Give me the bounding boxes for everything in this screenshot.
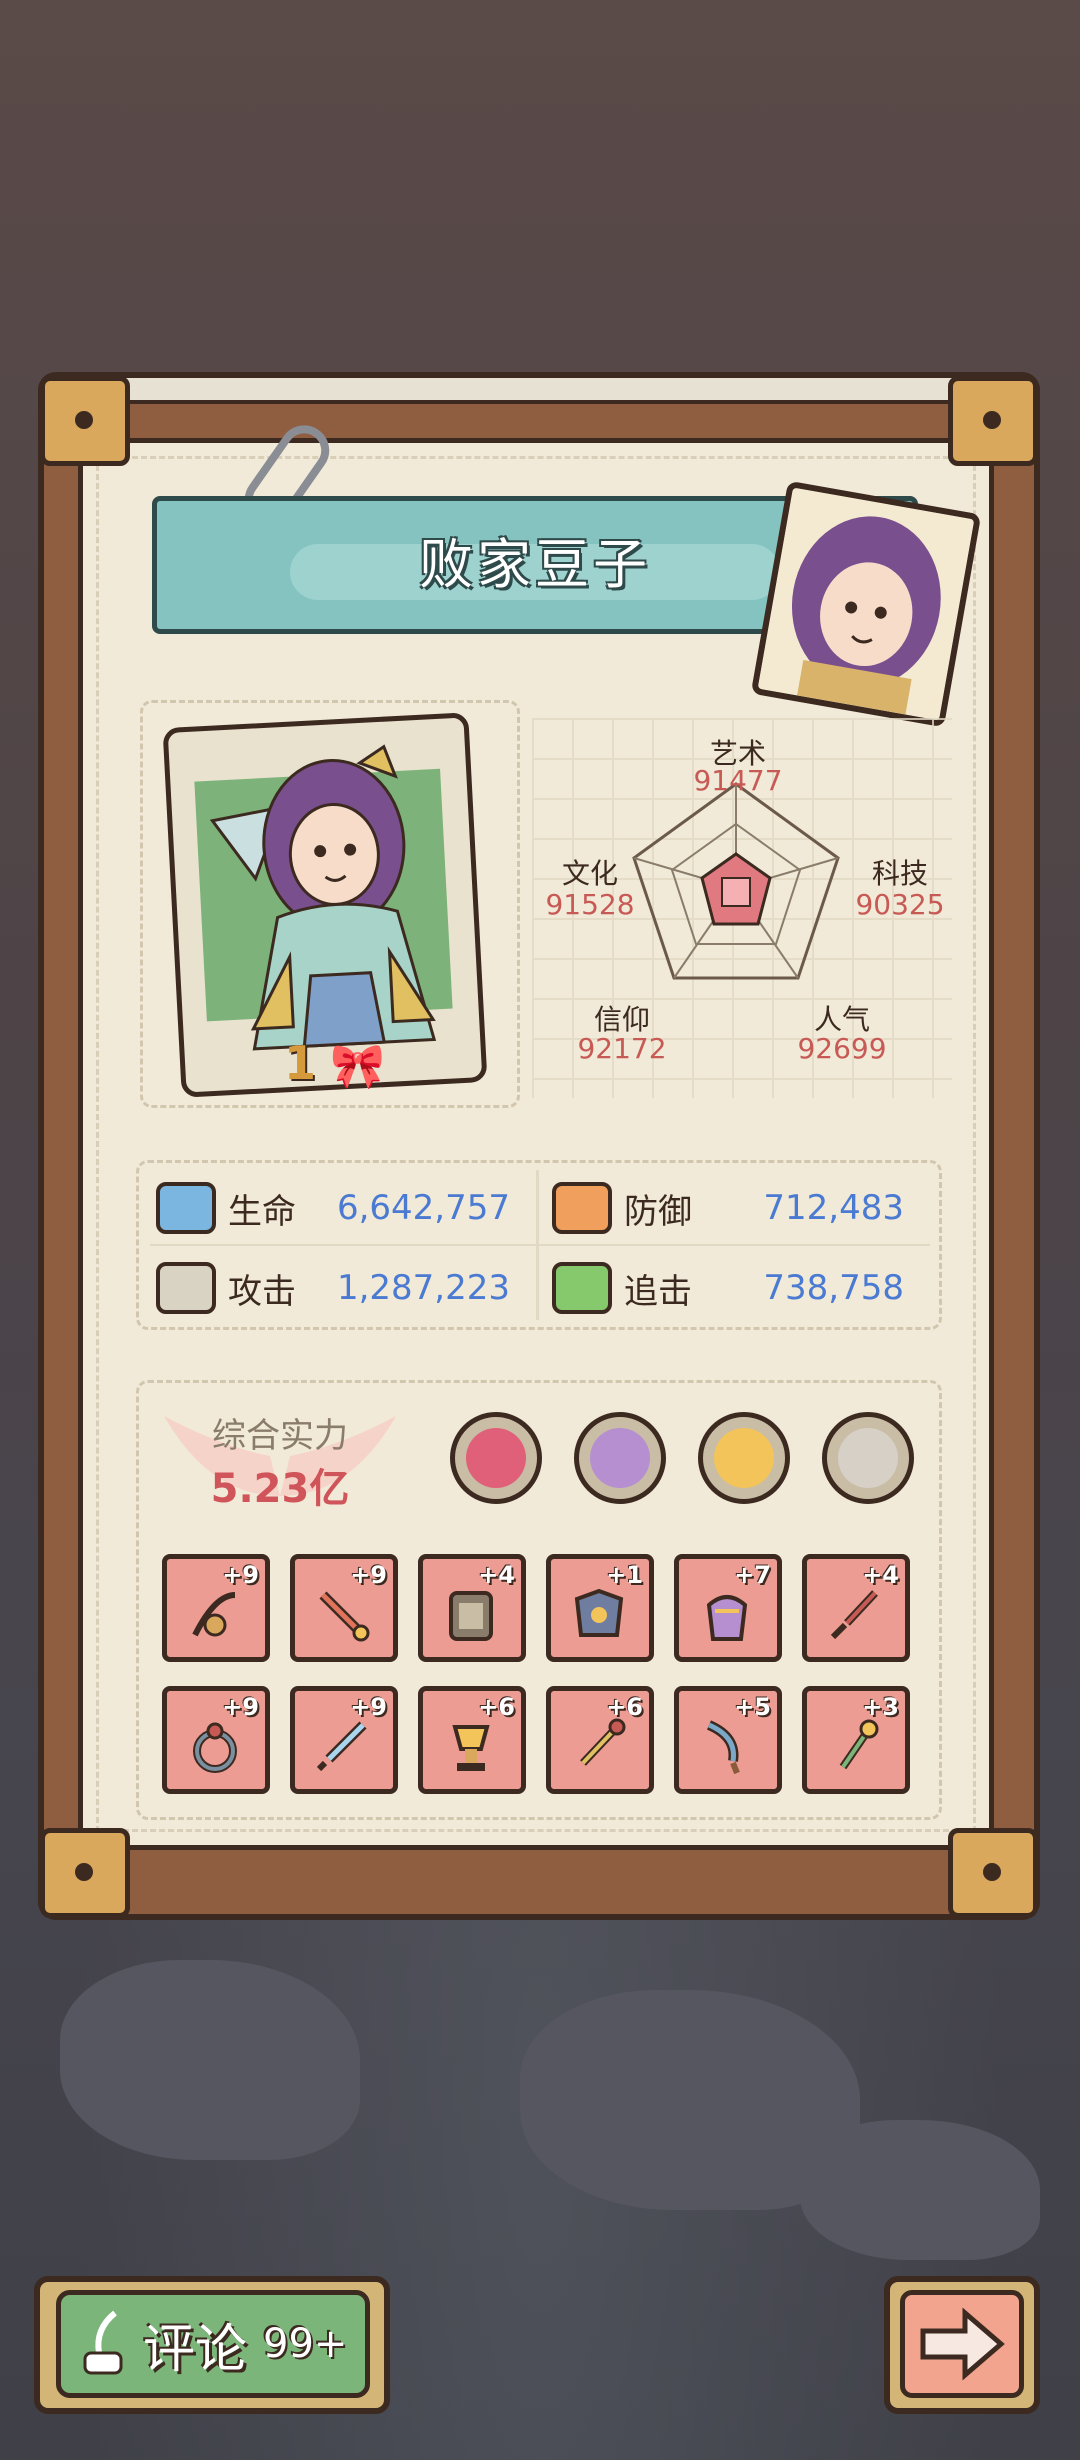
pursuit-icon: [552, 1262, 612, 1314]
equipment-slot[interactable]: +9: [290, 1554, 398, 1662]
equipment-bonus: +4: [862, 1561, 899, 1589]
equipment-slot[interactable]: +5: [674, 1686, 782, 1794]
avatar[interactable]: [750, 480, 982, 728]
stat-value-faith: 92172: [577, 1032, 667, 1065]
ribbon-icon: 🎀: [330, 1041, 385, 1092]
arrow-right-icon: [920, 2307, 1005, 2381]
equipment-bonus: +7: [734, 1561, 771, 1589]
attack-icon: [156, 1262, 216, 1314]
equipment-bonus: +6: [478, 1693, 515, 1721]
corner-bracket: [40, 376, 130, 466]
equipment-bonus: +9: [222, 1561, 259, 1589]
comment-button-face[interactable]: 评论 99+: [56, 2290, 370, 2398]
knife-icon: [706, 1720, 740, 1775]
attribute-value-attack: 1,287,223: [336, 1268, 510, 1308]
equipment-bonus: +4: [478, 1561, 515, 1589]
dagger-icon: [830, 1590, 878, 1640]
equipment-bonus: +9: [222, 1693, 259, 1721]
stat-value-popularity: 92699: [797, 1032, 887, 1065]
ring-icon: [193, 1722, 237, 1773]
equipment-bonus: +1: [606, 1561, 643, 1589]
next-button-face[interactable]: [900, 2290, 1024, 2398]
book-icon: [449, 1591, 493, 1641]
equipment-slot[interactable]: +9: [290, 1686, 398, 1794]
board-top-rail: [44, 378, 1034, 404]
avatar-portrait-icon: [757, 487, 975, 721]
equipment-bonus: +5: [734, 1693, 771, 1721]
stamp-badge[interactable]: [574, 1412, 666, 1504]
attribute-label: 追击: [624, 1271, 692, 1312]
stat-label-culture: 文化: [561, 857, 618, 890]
corner-bracket: [948, 376, 1038, 466]
tiger-mask-badge[interactable]: [822, 1412, 914, 1504]
attribute-label: 防御: [624, 1191, 692, 1232]
stat-value-art: 91477: [693, 764, 783, 797]
sword-icon: [319, 1591, 370, 1642]
power-value: 5.23亿: [210, 1466, 350, 1512]
stamp-icon: [590, 1428, 650, 1488]
attribute-value-health: 6,642,757: [336, 1188, 510, 1228]
attribute-value-pursuit: 738,758: [763, 1268, 904, 1308]
comment-label: 评论: [143, 2319, 248, 2380]
stat-value-culture: 91528: [545, 888, 635, 921]
equipment-bonus: +9: [350, 1693, 387, 1721]
corner-bracket: [948, 1828, 1038, 1918]
attribute-label: 生命: [228, 1191, 296, 1232]
equipment-bonus: +3: [862, 1693, 899, 1721]
dragon-cake-icon: [466, 1428, 526, 1488]
attribute-label: 攻击: [228, 1271, 296, 1312]
globe-icon: [714, 1428, 774, 1488]
attribute-health: 生命: [156, 1180, 328, 1236]
equipment-slot[interactable]: +7: [674, 1554, 782, 1662]
equipment-bonus: +6: [606, 1693, 643, 1721]
equipment-slot[interactable]: +9: [162, 1686, 270, 1794]
power-label: 综合实力: [212, 1416, 348, 1456]
equipment-slot[interactable]: +4: [802, 1554, 910, 1662]
equipment-slot[interactable]: +3: [802, 1686, 910, 1794]
staff-icon: [839, 1719, 879, 1770]
health-icon: [156, 1182, 216, 1234]
stat-label-tech: 科技: [871, 857, 928, 890]
background-rock: [60, 1960, 360, 2160]
character-portrait[interactable]: [162, 712, 488, 1098]
equipment-bonus: +9: [350, 1561, 387, 1589]
globe-badge[interactable]: [698, 1412, 790, 1504]
trophy-icon: [452, 1725, 490, 1771]
background-rock: [800, 2120, 1040, 2260]
character-figure-icon: [209, 744, 437, 1051]
tiger-mask-icon: [838, 1428, 898, 1488]
equipment-slot[interactable]: +1: [546, 1554, 654, 1662]
blade-icon: [316, 1721, 367, 1772]
scepter-icon: [580, 1718, 626, 1766]
attribute-pursuit: 追击: [552, 1260, 724, 1316]
corner-bracket: [40, 1828, 130, 1918]
attribute-defense: 防御: [552, 1180, 724, 1236]
divider: [150, 1244, 930, 1246]
quill-ink-icon: [83, 2310, 123, 2375]
dragon-cake-badge[interactable]: [450, 1412, 542, 1504]
attribute-attack: 攻击: [156, 1260, 328, 1316]
equipment-slot[interactable]: +6: [418, 1686, 526, 1794]
equipment-slot[interactable]: +9: [162, 1554, 270, 1662]
attribute-value-defense: 712,483: [763, 1188, 904, 1228]
comment-count: 99+: [263, 2321, 348, 2367]
gauntlet-icon: [706, 1595, 748, 1641]
character-level: 1: [284, 1036, 317, 1090]
armor-icon: [574, 1588, 624, 1637]
equipment-slot[interactable]: +6: [546, 1686, 654, 1794]
stat-value-tech: 90325: [855, 888, 945, 921]
bow-icon: [192, 1592, 236, 1637]
equipment-slot[interactable]: +4: [418, 1554, 526, 1662]
defense-icon: [552, 1182, 612, 1234]
radar-chart: [632, 782, 840, 980]
